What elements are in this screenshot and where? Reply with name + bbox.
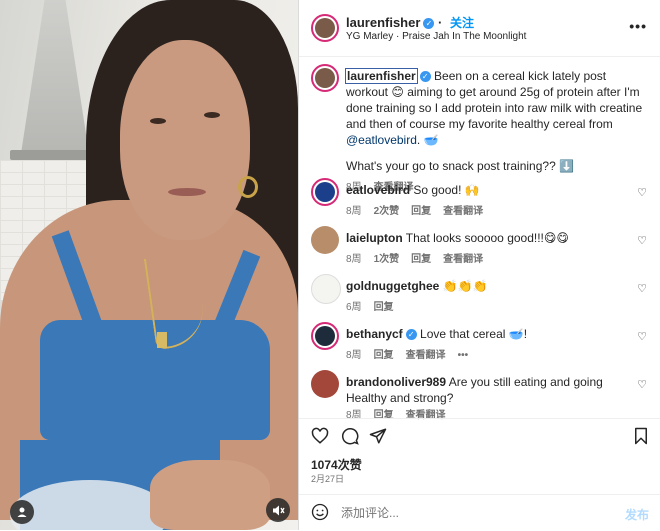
comment-reply[interactable]: 回复 <box>411 254 431 265</box>
verified-icon: ✓ <box>419 71 431 82</box>
author-avatar[interactable] <box>311 14 339 42</box>
post-panel: laurenfisher ✓ · 关注 YG Marley · Praise Ja… <box>298 0 660 530</box>
comment-username[interactable]: brandonoliver989 <box>346 375 446 389</box>
range-hood <box>20 0 90 160</box>
emoji-icon[interactable] <box>311 503 329 526</box>
comment-translate[interactable]: 查看翻译 <box>443 206 483 217</box>
comment-item: goldnuggetghee 👏👏👏 6周 回复 ♡ <box>311 274 651 318</box>
comment-time: 8周 <box>346 254 362 265</box>
comment-text: That looks sooooo good!!!😋😋 <box>405 231 569 245</box>
bookmark-icon[interactable] <box>633 427 649 450</box>
caption-mention[interactable]: @eatlovebird <box>346 133 417 147</box>
comment-username[interactable]: laielupton <box>346 231 403 245</box>
comment-likes[interactable]: 2次赞 <box>374 206 400 217</box>
comment-translate[interactable]: 查看翻译 <box>443 254 483 265</box>
comment-avatar[interactable] <box>311 178 339 206</box>
face <box>120 40 250 240</box>
comment-time: 8周 <box>346 350 362 361</box>
heart-icon[interactable] <box>311 427 329 450</box>
user-tag-icon[interactable] <box>10 500 34 524</box>
likes-count[interactable]: 1074次赞 <box>311 456 362 473</box>
left-eye <box>150 118 166 124</box>
comment-meta: 6周 回复 <box>346 300 636 316</box>
author-name-row: laurenfisher ✓ · 关注 <box>346 15 475 30</box>
comment-item: laielupton That looks sooooo good!!!😋😋 8… <box>311 226 651 270</box>
comment-time: 6周 <box>346 302 362 313</box>
add-comment-bar: 发布 <box>299 494 660 531</box>
comment-avatar[interactable] <box>311 370 339 398</box>
comment-avatar[interactable] <box>311 322 339 350</box>
caption-question: What's your go to snack post training?? … <box>346 159 575 173</box>
action-bar <box>299 418 660 455</box>
hand <box>150 460 270 530</box>
audio-track[interactable]: YG Marley · Praise Jah In The Moonlight <box>346 31 526 42</box>
comment-like-heart-icon[interactable]: ♡ <box>637 378 647 391</box>
comment-translate[interactable]: 查看翻译 <box>406 350 446 361</box>
comment-like-heart-icon[interactable]: ♡ <box>637 234 647 247</box>
verified-icon: ✓ <box>423 18 435 29</box>
comment-reply[interactable]: 回复 <box>374 350 394 361</box>
comment-text: Love that cereal 🥣! <box>420 327 528 341</box>
comment-like-heart-icon[interactable]: ♡ <box>637 282 647 295</box>
mouth <box>168 188 206 196</box>
comment-username[interactable]: eatlovebird <box>346 183 410 197</box>
comment-more-icon[interactable]: ••• <box>458 350 469 361</box>
post-photo[interactable] <box>0 0 298 530</box>
author-username[interactable]: laurenfisher <box>346 15 420 30</box>
comment-icon[interactable] <box>341 427 359 450</box>
comment-time: 8周 <box>346 206 362 217</box>
earring <box>238 176 258 198</box>
comment-meta: 8周 1次赞 回复 查看翻译 <box>346 252 636 268</box>
more-options-icon[interactable]: ••• <box>629 18 647 34</box>
comment-body: laielupton That looks sooooo good!!!😋😋 8… <box>346 230 636 268</box>
comment-item: bethanycf ✓ Love that cereal 🥣! 8周 回复 查看翻译 •… <box>311 322 651 366</box>
comment-body: brandonoliver989 Are you still eating an… <box>346 374 636 424</box>
comment-reply[interactable]: 回复 <box>374 302 394 313</box>
comment-reply[interactable]: 回复 <box>411 206 431 217</box>
comment-like-heart-icon[interactable]: ♡ <box>637 330 647 343</box>
comment-meta: 8周 2次赞 回复 查看翻译 <box>346 204 636 220</box>
comment-item: brandonoliver989 Are you still eating an… <box>311 370 651 421</box>
caption-text-end: . 🥣 <box>416 133 439 147</box>
share-icon[interactable] <box>369 427 387 450</box>
add-comment-input[interactable] <box>339 505 603 521</box>
post-header: laurenfisher ✓ · 关注 YG Marley · Praise Ja… <box>299 0 660 57</box>
caption-username[interactable]: laurenfisher <box>345 68 418 84</box>
comment-text: 👏👏👏 <box>442 279 488 293</box>
comment-avatar[interactable] <box>311 226 339 254</box>
right-eye <box>204 112 220 118</box>
pendant <box>157 332 167 348</box>
comment-text: So good! 🙌 <box>413 183 480 197</box>
post-date: 2月27日 <box>311 474 345 484</box>
comment-username[interactable]: bethanycf <box>346 327 403 341</box>
comment-likes[interactable]: 1次赞 <box>374 254 400 265</box>
comment-item: eatlovebird So good! 🙌 8周 2次赞 回复 查看翻译 ♡ <box>311 178 651 222</box>
comment-meta: 8周 回复 查看翻译 ••• <box>346 348 636 364</box>
follow-button[interactable]: 关注 <box>450 16 474 30</box>
post-comment-button[interactable]: 发布 <box>625 506 649 523</box>
verified-icon: ✓ <box>405 329 417 340</box>
comment-avatar[interactable] <box>311 274 341 304</box>
caption-body: laurenfisher ✓ Been on a cereal kick late… <box>345 68 646 196</box>
comment-username[interactable]: goldnuggetghee <box>346 279 439 293</box>
comment-body: bethanycf ✓ Love that cereal 🥣! 8周 回复 查看翻译 •… <box>346 326 636 364</box>
comment-body: eatlovebird So good! 🙌 8周 2次赞 回复 查看翻译 <box>346 182 636 220</box>
comment-like-heart-icon[interactable]: ♡ <box>637 186 647 199</box>
comment-body: goldnuggetghee 👏👏👏 6周 回复 <box>346 278 636 316</box>
mute-icon[interactable] <box>266 498 290 522</box>
caption-avatar[interactable] <box>311 64 339 92</box>
